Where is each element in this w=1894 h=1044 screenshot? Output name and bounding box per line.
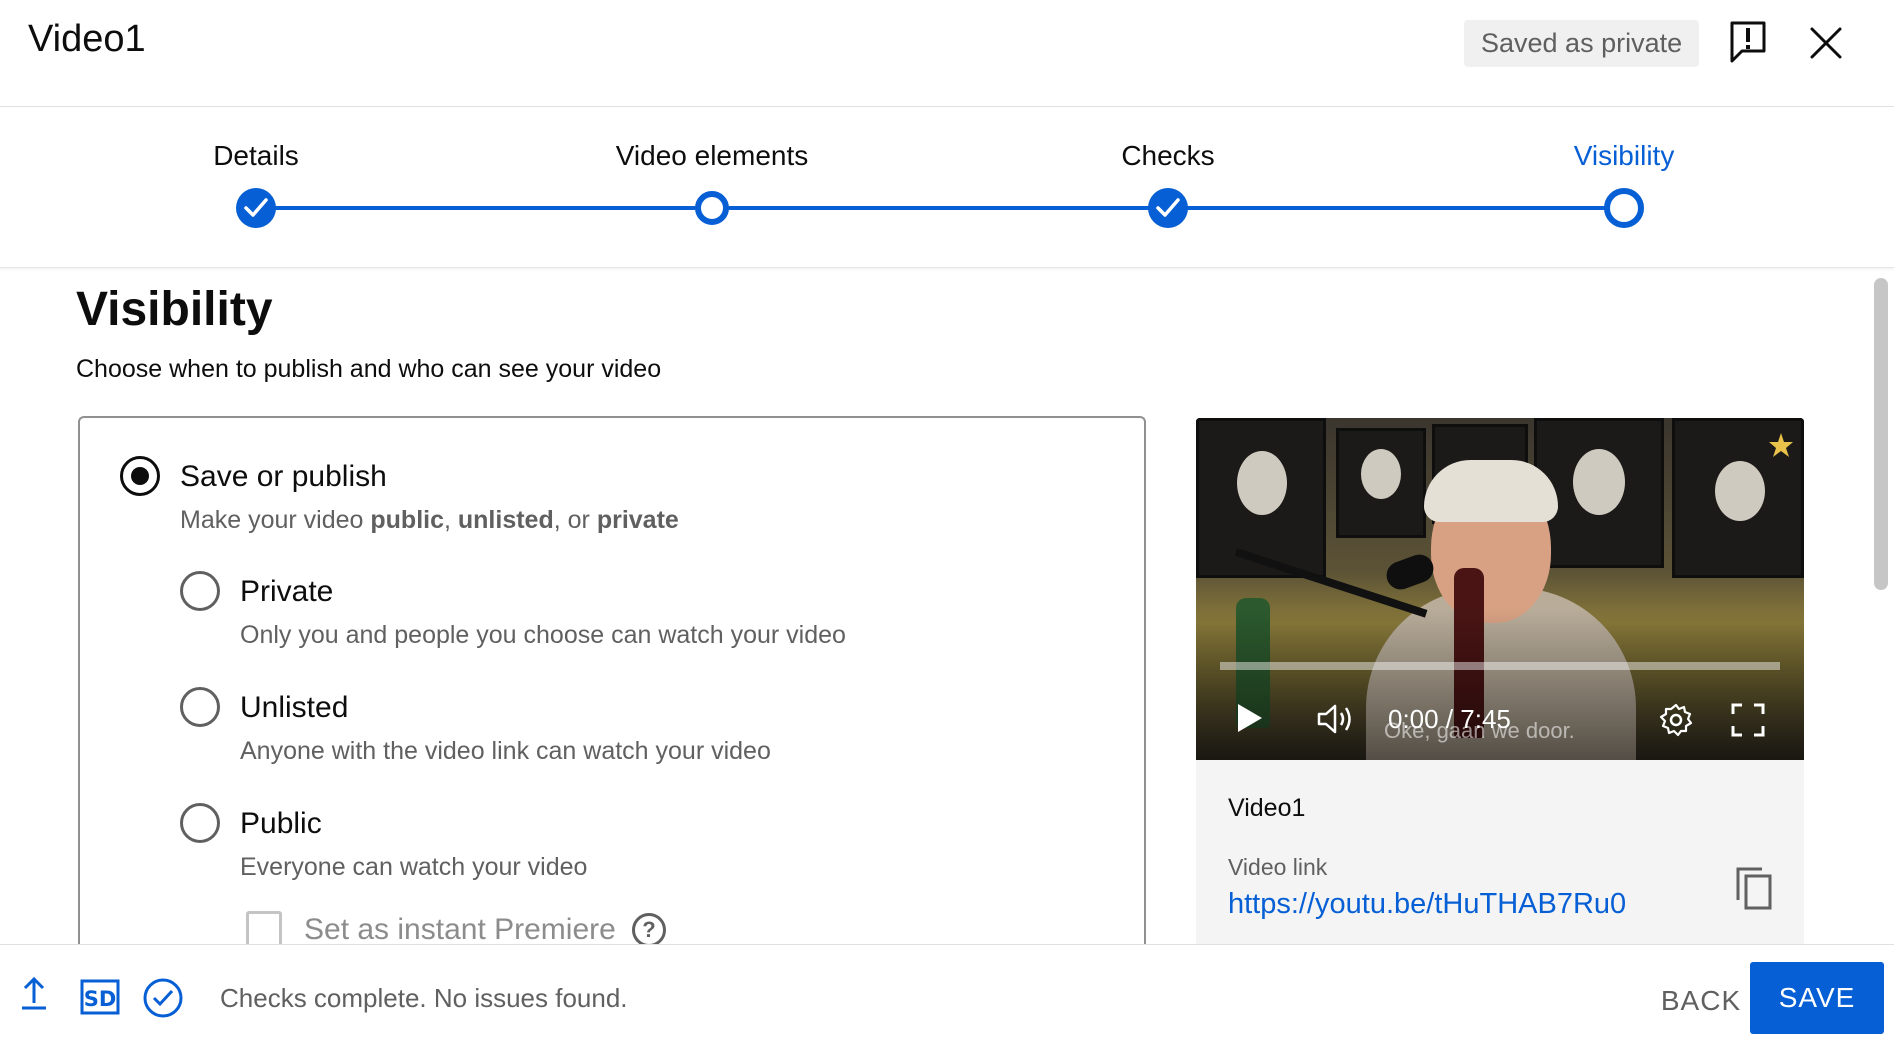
fullscreen-icon[interactable]: [1730, 702, 1766, 743]
instant-premiere-label: Set as instant Premiere: [304, 913, 616, 946]
settings-gear-icon[interactable]: [1658, 702, 1694, 743]
feedback-icon[interactable]: [1728, 20, 1768, 64]
check-circle-icon[interactable]: [142, 977, 184, 1024]
close-icon[interactable]: [1806, 23, 1846, 63]
stepper-progress-line: [255, 206, 1625, 210]
time-display: 0:00 / 7:45: [1388, 704, 1511, 734]
dialog-header: Video1 Saved as private: [0, 0, 1894, 107]
scrollbar[interactable]: [1874, 278, 1888, 590]
check-icon: [1148, 188, 1188, 228]
instant-premiere-checkbox[interactable]: [246, 911, 282, 947]
unlisted-label: Unlisted: [240, 691, 349, 724]
video-player[interactable]: Oke, gaan we door. 0:00 / 7:45: [1196, 418, 1804, 760]
video-link[interactable]: https://youtu.be/tHuTHAB7Ru0: [1228, 888, 1626, 921]
wall-photo: [1336, 428, 1426, 538]
checks-status: Checks complete. No issues found.: [220, 983, 628, 1013]
save-or-publish-label: Save or publish: [180, 460, 387, 493]
save-button[interactable]: SAVE: [1750, 962, 1884, 1034]
visibility-options-panel: Save or publish Make your video public, …: [78, 416, 1146, 976]
wall-photo: [1196, 418, 1326, 578]
public-radio[interactable]: [180, 803, 220, 843]
check-icon: [236, 188, 276, 228]
upload-stepper: Details Video elements Checks Visibility: [0, 108, 1894, 268]
play-icon[interactable]: [1236, 702, 1264, 739]
private-desc: Only you and people you choose can watch…: [240, 621, 846, 649]
unlisted-radio[interactable]: [180, 687, 220, 727]
unlisted-desc: Anyone with the video link can watch you…: [240, 737, 771, 765]
upload-icon[interactable]: [20, 975, 48, 1016]
step-node-icon: [695, 191, 729, 225]
page-title: Visibility: [76, 283, 273, 336]
preview-video-title: Video1: [1228, 794, 1306, 822]
volume-icon[interactable]: [1316, 702, 1356, 741]
step-label: Video elements: [615, 140, 809, 171]
save-or-publish-radio[interactable]: [120, 456, 160, 496]
page-subtitle: Choose when to publish and who can see y…: [76, 355, 662, 383]
video-link-label: Video link: [1228, 854, 1328, 880]
public-desc: Everyone can watch your video: [240, 853, 588, 881]
star-icon: [1768, 432, 1794, 458]
svg-text:SD: SD: [84, 987, 117, 1011]
private-radio[interactable]: [180, 571, 220, 611]
person-hair: [1424, 460, 1558, 522]
sd-quality-icon[interactable]: SD: [80, 979, 120, 1020]
step-node-icon: [1604, 188, 1644, 228]
step-label: Visibility: [1573, 140, 1675, 171]
help-icon[interactable]: ?: [632, 913, 666, 947]
step-label: Checks: [1121, 140, 1215, 171]
video-title: Video1: [28, 18, 146, 60]
dialog-footer: SD Checks complete. No issues found. BAC…: [0, 944, 1894, 1044]
saved-status-badge: Saved as private: [1464, 20, 1700, 67]
copy-icon[interactable]: [1734, 866, 1774, 912]
step-label: Details: [213, 140, 299, 171]
private-label: Private: [240, 575, 334, 608]
save-or-publish-desc: Make your video public, unlisted, or pri…: [180, 506, 679, 534]
progress-bar[interactable]: [1220, 662, 1780, 670]
video-preview-card: Oke, gaan we door. 0:00 / 7:45 Video1 Vi…: [1196, 418, 1804, 976]
public-label: Public: [240, 807, 322, 840]
